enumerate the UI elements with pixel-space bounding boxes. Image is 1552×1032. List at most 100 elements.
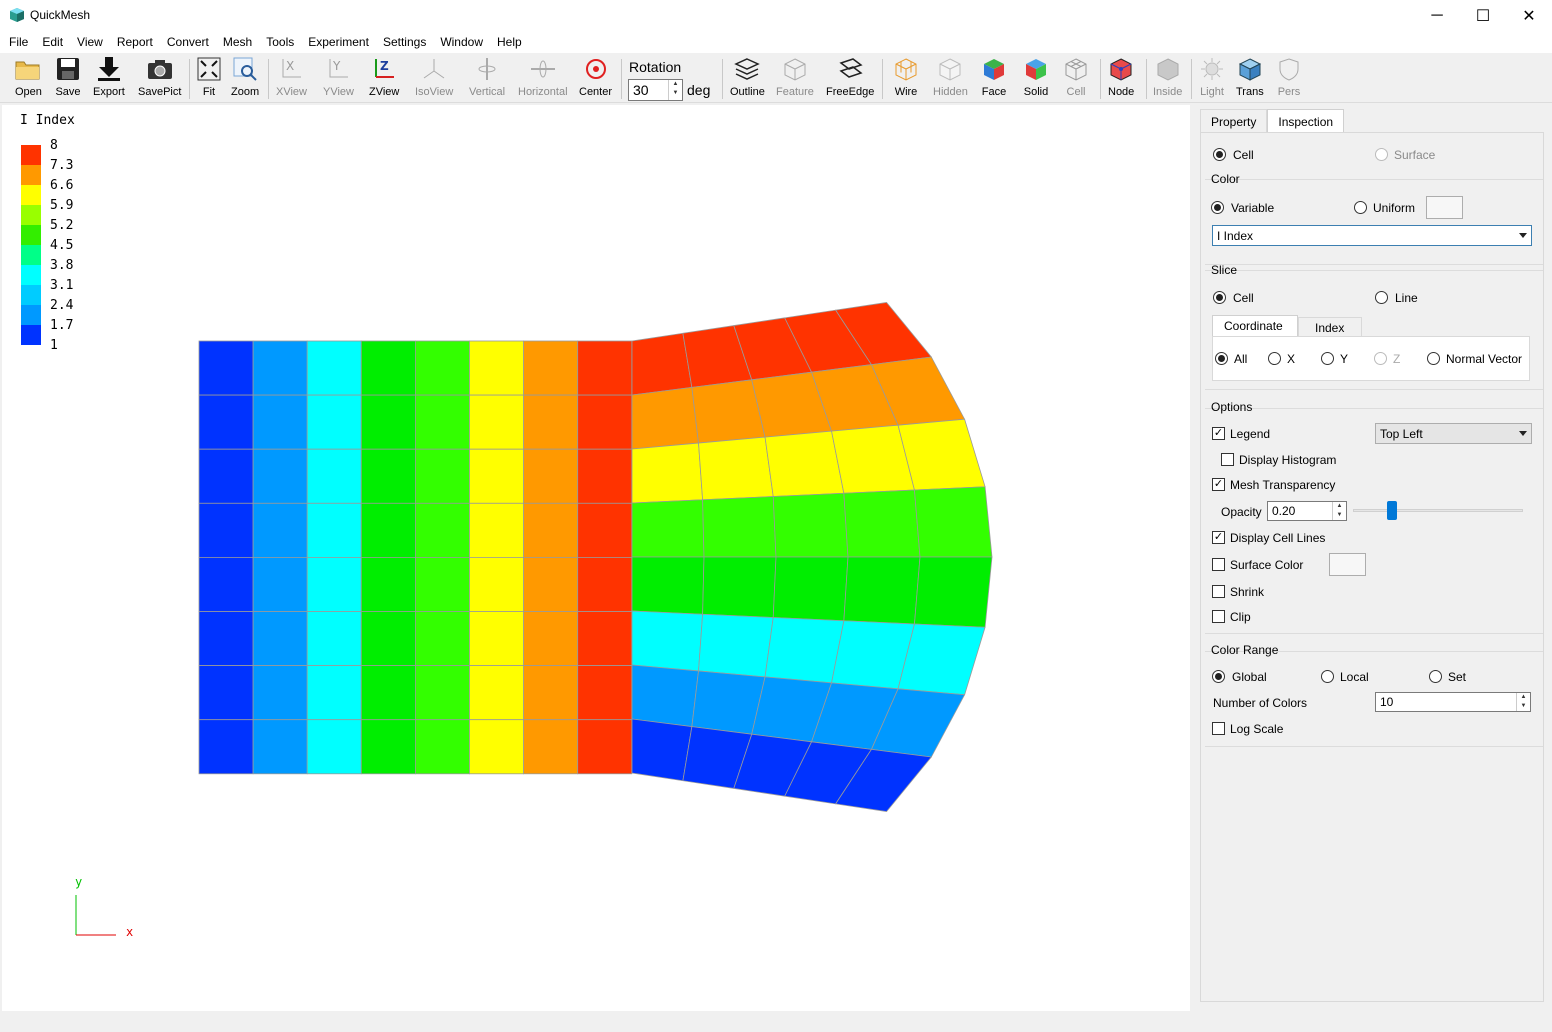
mesh-cell[interactable] [198,502,254,558]
mesh-canvas[interactable] [2,105,1190,1011]
legend-position-select[interactable]: Top Left [1375,423,1532,444]
mesh-cell[interactable] [469,611,524,666]
xview-button[interactable]: X XView [276,55,307,101]
inside-button[interactable]: Inside [1153,55,1182,101]
histogram-checkbox[interactable] [1221,453,1234,466]
mesh-cell[interactable] [577,556,633,612]
feature-button[interactable]: Feature [776,55,814,101]
slice-all-radio[interactable] [1215,352,1228,365]
mesh-cell[interactable] [198,556,254,612]
mesh-cell[interactable] [469,719,524,775]
mesh-cell[interactable] [843,489,921,558]
mesh-cell[interactable] [702,556,777,618]
mesh-cell[interactable] [843,556,921,625]
clip-checkbox[interactable] [1212,610,1225,623]
range-global-radio[interactable] [1212,670,1225,683]
cell-button[interactable]: Cell [1063,55,1089,101]
range-local-radio[interactable] [1321,670,1334,683]
mesh-cell[interactable] [914,486,993,558]
mesh-cell[interactable] [306,340,362,396]
mesh-cell[interactable] [360,665,416,721]
mesh-cell[interactable] [360,340,416,396]
surface-color-button[interactable] [1329,553,1366,576]
mesh-cell[interactable] [764,617,845,684]
uniform-color-button[interactable] [1426,196,1463,219]
mesh-cell[interactable] [360,611,416,666]
mesh-cell[interactable] [469,665,524,721]
mesh-cell[interactable] [577,665,633,721]
maximize-button[interactable]: ☐ [1460,0,1506,31]
mesh-viewport[interactable] [2,105,1190,1011]
mesh-cell[interactable] [577,340,633,396]
menu-window[interactable]: Window [440,31,483,53]
mesh-cell[interactable] [198,665,254,721]
mesh-cell[interactable] [414,394,470,450]
mesh-cell[interactable] [631,610,704,672]
wire-button[interactable]: Wire [893,55,919,101]
isoview-button[interactable]: IsoView [415,55,453,101]
close-button[interactable]: ✕ [1506,0,1552,31]
mesh-cell[interactable] [523,719,579,775]
hidden-button[interactable]: Hidden [933,55,968,101]
mesh-cell[interactable] [306,394,362,450]
mesh-cell[interactable] [414,611,470,666]
mesh-cell[interactable] [577,394,633,450]
entity-surface-radio[interactable] [1375,148,1388,161]
mesh-cell[interactable] [252,502,308,558]
spin-arrows-icon[interactable]: ▲ ▼ [1516,693,1530,711]
mesh-cell[interactable] [360,556,416,612]
mesh-cell[interactable] [414,556,470,612]
variable-select[interactable]: I Index [1212,225,1532,246]
mesh-cell[interactable] [414,665,470,721]
open-button[interactable]: Open [15,55,42,101]
mesh-cell[interactable] [772,556,849,622]
mesh-cell[interactable] [306,719,362,775]
mesh-cell[interactable] [252,394,308,450]
mesh-cell[interactable] [252,556,308,612]
mesh-cell[interactable] [523,394,579,450]
opacity-slider-thumb[interactable] [1387,501,1397,520]
entity-cell-radio[interactable] [1213,148,1226,161]
minimize-button[interactable]: ─ [1414,0,1460,31]
mesh-cell[interactable] [306,665,362,721]
tab-property[interactable]: Property [1200,109,1268,133]
menu-file[interactable]: File [9,31,28,53]
mesh-cell[interactable] [523,502,579,558]
face-button[interactable]: Face [981,55,1007,101]
mesh-cell[interactable] [764,430,845,497]
mesh-cell[interactable] [306,611,362,666]
mesh-cell[interactable] [360,719,416,775]
mesh-cell[interactable] [772,492,849,558]
mesh-cell[interactable] [469,556,524,612]
opacity-slider-track[interactable] [1353,509,1523,512]
slice-line-radio[interactable] [1375,291,1388,304]
mesh-cell[interactable] [631,664,699,728]
menu-edit[interactable]: Edit [42,31,63,53]
mesh-cell[interactable] [523,611,579,666]
mesh-cell[interactable] [198,611,254,666]
menu-settings[interactable]: Settings [383,31,426,53]
mesh-cell[interactable] [252,719,308,775]
mesh-cell[interactable] [198,719,254,775]
menu-mesh[interactable]: Mesh [223,31,252,53]
mesh-cell[interactable] [414,719,470,775]
outline-button[interactable]: Outline [730,55,765,101]
range-set-radio[interactable] [1429,670,1442,683]
yview-button[interactable]: Y YView [323,55,354,101]
mesh-cell[interactable] [631,386,699,450]
slice-cell-radio[interactable] [1213,291,1226,304]
mesh-cell[interactable] [198,448,254,504]
save-button[interactable]: Save [55,55,81,101]
mesh-cell[interactable] [523,448,579,504]
legend-checkbox[interactable]: ✓ [1212,427,1225,440]
node-button[interactable]: Node [1108,55,1134,101]
mesh-cell[interactable] [523,340,579,396]
mesh-cell[interactable] [914,556,993,628]
trans-button[interactable]: Trans [1236,55,1264,101]
center-button[interactable]: Center [579,55,612,101]
menu-report[interactable]: Report [117,31,153,53]
spin-arrows-icon[interactable]: ▲ ▼ [668,80,682,100]
zview-button[interactable]: Z ZView [369,55,399,101]
slice-normal-radio[interactable] [1427,352,1440,365]
mesh-cell[interactable] [577,448,633,504]
